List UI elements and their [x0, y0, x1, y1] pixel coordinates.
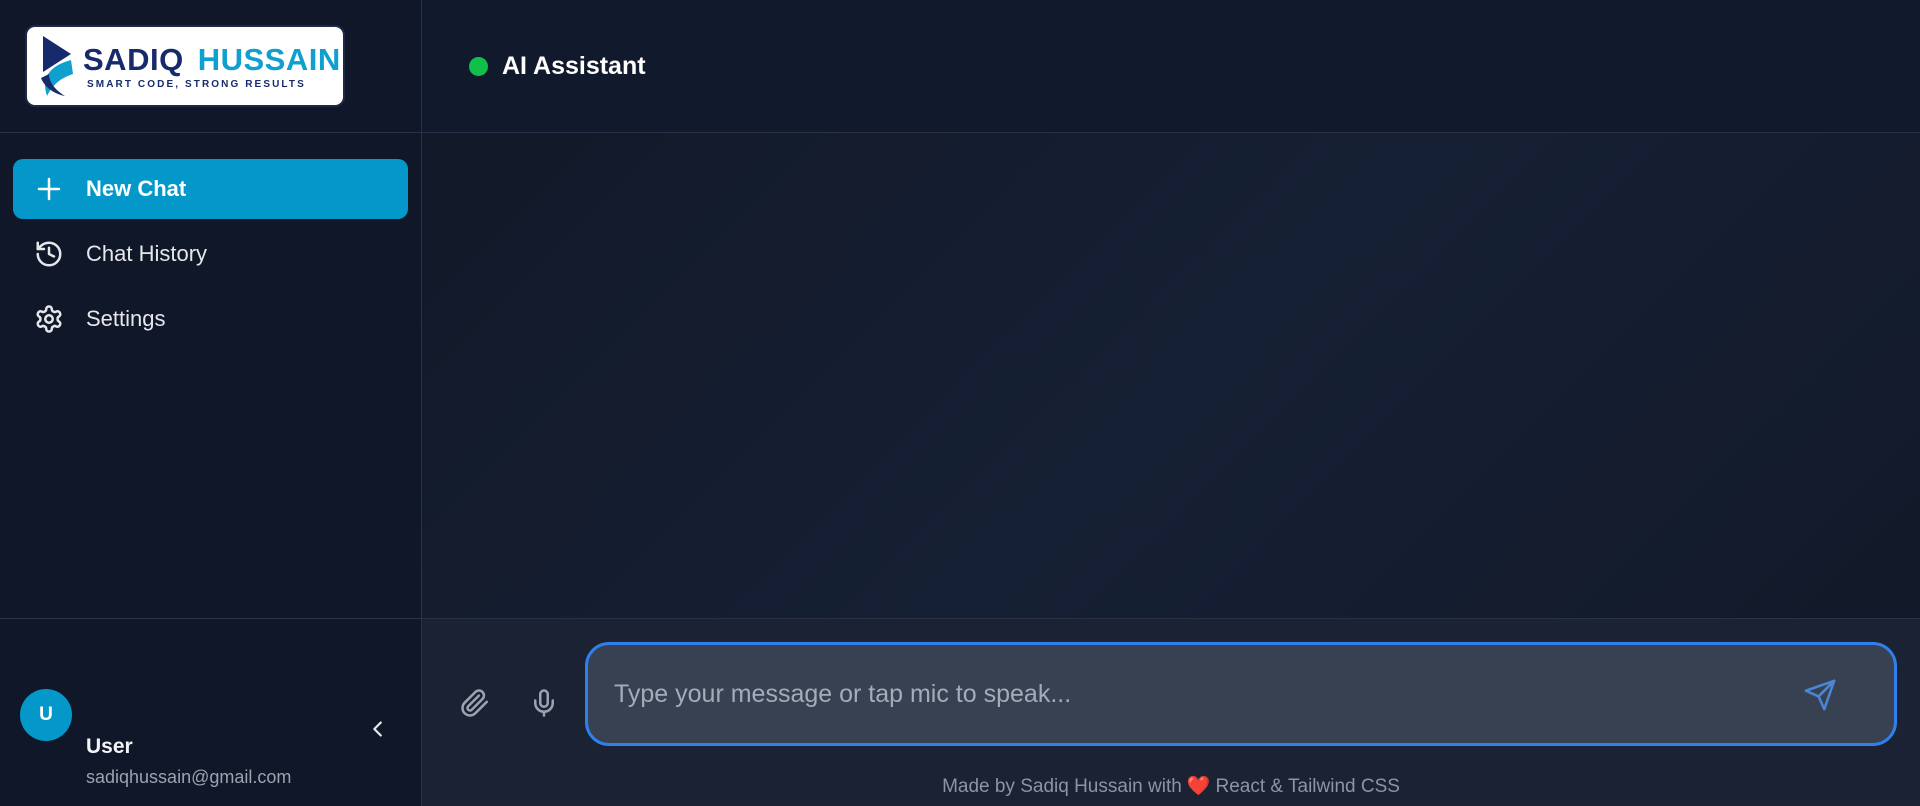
- message-input[interactable]: [614, 645, 1764, 743]
- page-title: AI Assistant: [502, 51, 646, 80]
- online-status-icon: [469, 56, 488, 76]
- message-input-box: [585, 642, 1897, 746]
- microphone-icon: [534, 689, 554, 717]
- history-icon: [33, 238, 65, 270]
- send-icon: [1804, 679, 1836, 711]
- footer-tech: React & Tailwind CSS: [1215, 776, 1400, 797]
- attach-button[interactable]: [455, 683, 495, 723]
- logo-area: SADIQ HUSSAIN SMART CODE, STRONG RESULTS: [0, 0, 421, 133]
- avatar[interactable]: U: [20, 689, 72, 741]
- collapse-sidebar-button[interactable]: [364, 715, 392, 743]
- mic-button[interactable]: [524, 683, 564, 723]
- brand-logo[interactable]: SADIQ HUSSAIN SMART CODE, STRONG RESULTS: [25, 25, 345, 107]
- sidebar: SADIQ HUSSAIN SMART CODE, STRONG RESULTS …: [0, 0, 422, 806]
- footer-made-by: Made by Sadiq Hussain with: [942, 776, 1182, 797]
- logo-text: SADIQ HUSSAIN SMART CODE, STRONG RESULTS: [83, 41, 341, 90]
- user-panel: U User sadiqhussain@gmail.com: [0, 618, 421, 806]
- user-name: User: [86, 735, 133, 758]
- message-composer: Made by Sadiq Hussain with❤️React & Tail…: [422, 618, 1920, 806]
- logo-title: SADIQ HUSSAIN: [83, 41, 341, 77]
- chat-header: AI Assistant: [422, 0, 1920, 133]
- sidebar-nav: New Chat Chat History Settings: [0, 133, 421, 349]
- logo-name-first: SADIQ: [83, 41, 184, 77]
- logo-name-second: HUSSAIN: [197, 41, 341, 77]
- sidebar-item-settings[interactable]: Settings: [13, 289, 408, 349]
- heart-icon: ❤️: [1186, 776, 1211, 797]
- gear-icon: [33, 303, 65, 335]
- chat-history-label: Chat History: [86, 241, 208, 266]
- sidebar-item-chat-history[interactable]: Chat History: [13, 224, 408, 284]
- footer-credit: Made by Sadiq Hussain with ❤️ React & Tail…: [422, 774, 1920, 798]
- logo-tagline: SMART CODE, STRONG RESULTS: [87, 78, 306, 90]
- paperclip-icon: [461, 689, 489, 717]
- send-button[interactable]: [1800, 675, 1840, 715]
- chevron-left-icon: [373, 721, 382, 737]
- new-chat-label: New Chat: [86, 176, 187, 201]
- logo-mark-icon: [41, 36, 73, 96]
- chat-main: AI Assistant Made by Sadiq Hussain with❤…: [422, 0, 1920, 806]
- plus-icon: [33, 173, 65, 205]
- user-email: sadiqhussain@gmail.com: [86, 767, 292, 787]
- new-chat-button[interactable]: New Chat: [13, 159, 408, 219]
- settings-label: Settings: [86, 306, 166, 331]
